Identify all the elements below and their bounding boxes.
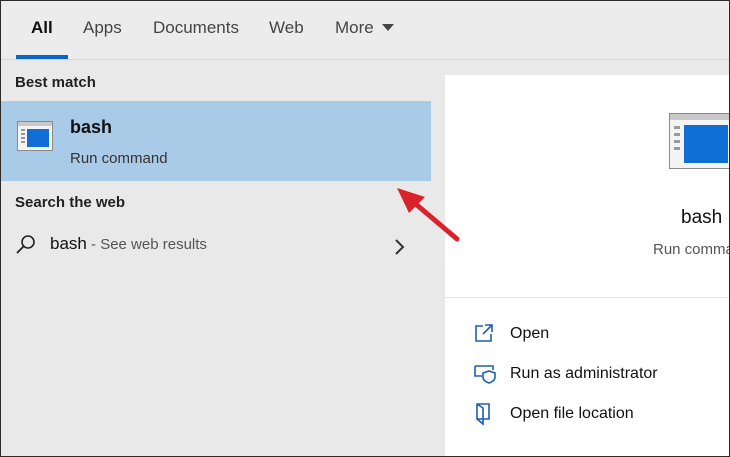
open-label: Open	[510, 325, 550, 342]
best-match-name: bash	[70, 117, 113, 137]
open-file-location-label: Open file location	[510, 405, 634, 422]
tab-more[interactable]: More	[335, 1, 394, 59]
search-tabs: All Apps Documents Web More	[1, 1, 729, 60]
section-title-best-match: Best match	[15, 74, 96, 91]
tab-label: Documents	[153, 18, 239, 37]
run-as-admin-label: Run as administrator	[510, 365, 658, 382]
web-result-text: bash - See web results	[50, 234, 207, 254]
preview-name: bash	[681, 207, 723, 228]
tab-label: Web	[269, 18, 304, 37]
annotation-arrow-icon	[397, 188, 460, 242]
tab-all[interactable]: All	[16, 1, 68, 59]
search-window: All Apps Documents Web More Best match b…	[0, 0, 730, 457]
open-icon	[475, 324, 493, 342]
shield-icon	[474, 365, 496, 384]
section-title-web: Search the web	[15, 194, 126, 211]
tab-label: All	[31, 18, 53, 37]
tab-label: More	[335, 18, 374, 37]
preview-subtitle: Run command	[653, 241, 729, 258]
web-query: bash	[50, 234, 87, 253]
web-hint: - See web results	[86, 236, 207, 253]
results-pane: Best match bash Run command Search the w…	[1, 60, 431, 456]
tab-label: Apps	[83, 18, 122, 37]
tab-web[interactable]: Web	[269, 1, 304, 59]
web-result-row[interactable]: bash - See web results	[1, 228, 431, 268]
window-app-icon	[17, 121, 53, 151]
best-match-item[interactable]: bash Run command	[1, 101, 431, 181]
tab-apps[interactable]: Apps	[83, 1, 122, 59]
window-app-icon	[669, 113, 729, 169]
search-icon	[16, 235, 35, 254]
best-match-subtitle: Run command	[70, 150, 168, 167]
folder-icon	[476, 403, 490, 426]
preview-actions: Open Run as administrator Open file loca…	[445, 298, 729, 456]
chevron-down-icon	[381, 24, 394, 32]
tab-documents[interactable]: Documents	[153, 1, 239, 59]
preview-card: bash Run command	[445, 75, 729, 297]
